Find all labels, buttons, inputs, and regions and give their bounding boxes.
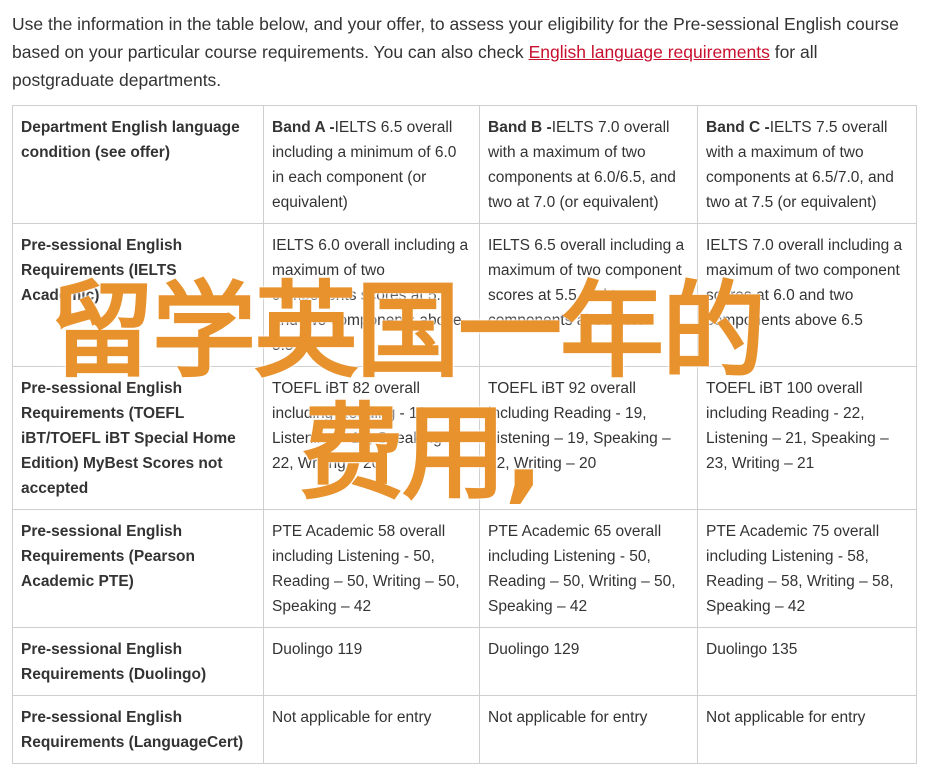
table-cell: TOEFL iBT 92 overall including Reading -… [479,366,698,510]
band-b-name: Band B - [488,119,552,136]
table-cell: Not applicable for entry [697,695,917,764]
table-row-languagecert: Pre-sessional English Requirements (Lang… [12,695,917,764]
table-cell: Duolingo 119 [263,627,480,696]
header-band-c-cell: Band C -IELTS 7.5 overall with a maximum… [697,105,917,224]
english-language-requirements-link[interactable]: English language requirements [529,42,770,62]
table-cell: IELTS 7.0 overall including a maximum of… [697,223,917,367]
row-label: Pre-sessional English Requirements (TOEF… [12,366,264,510]
table-cell: TOEFL iBT 100 overall including Reading … [697,366,917,510]
table-row-toefl: Pre-sessional English Requirements (TOEF… [12,366,917,510]
header-condition-cell: Department English language condition (s… [12,105,264,224]
table-cell: PTE Academic 65 overall including Listen… [479,509,698,628]
row-label: Pre-sessional English Requirements (Duol… [12,627,264,696]
row-label: Pre-sessional English Requirements (Lang… [12,695,264,764]
table-cell: IELTS 6.5 overall including a maximum of… [479,223,698,367]
table-row-pte: Pre-sessional English Requirements (Pear… [12,509,917,628]
table-cell: Duolingo 135 [697,627,917,696]
table-cell: PTE Academic 58 overall including Listen… [263,509,480,628]
table-row-ielts: Pre-sessional English Requirements (IELT… [12,223,917,367]
header-band-b-cell: Band B -IELTS 7.0 overall with a maximum… [479,105,698,224]
band-a-name: Band A - [272,119,335,136]
requirements-table: Department English language condition (s… [12,105,917,764]
row-label: Pre-sessional English Requirements (Pear… [12,509,264,628]
band-c-name: Band C - [706,119,770,136]
table-cell: Not applicable for entry [479,695,698,764]
header-band-a-cell: Band A -IELTS 6.5 overall including a mi… [263,105,480,224]
table-cell: IELTS 6.0 overall including a maximum of… [263,223,480,367]
row-label: Pre-sessional English Requirements (IELT… [12,223,264,367]
table-cell: Not applicable for entry [263,695,480,764]
table-cell: PTE Academic 75 overall including Listen… [697,509,917,628]
table-row-duolingo: Pre-sessional English Requirements (Duol… [12,627,917,696]
table-cell: Duolingo 129 [479,627,698,696]
table-cell: TOEFL iBT 82 overall including Reading -… [263,366,480,510]
table-header-row: Department English language condition (s… [12,105,917,224]
intro-paragraph: Use the information in the table below, … [12,10,922,94]
